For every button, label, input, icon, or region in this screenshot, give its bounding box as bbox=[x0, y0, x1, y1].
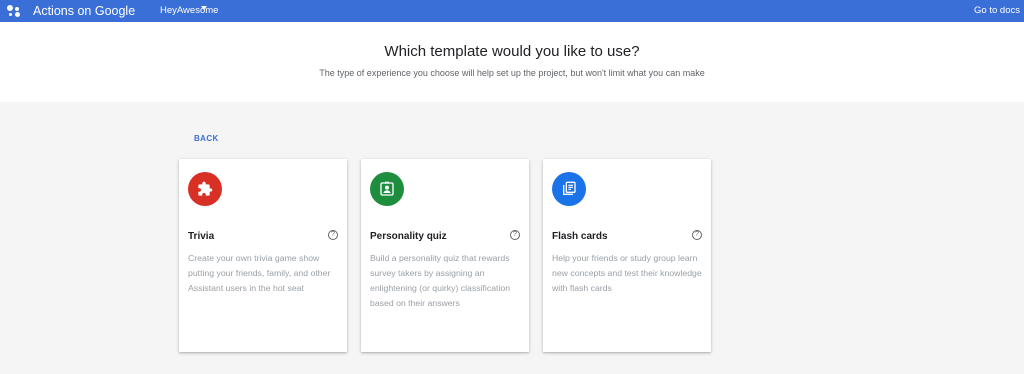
help-icon[interactable]: ? bbox=[510, 230, 520, 240]
puzzle-icon bbox=[198, 181, 213, 196]
page-title: Which template would you like to use? bbox=[384, 43, 640, 60]
card-title: Personality quiz bbox=[370, 231, 447, 242]
back-button[interactable]: BACK bbox=[194, 134, 219, 143]
card-description: Build a personality quiz that rewards su… bbox=[370, 253, 511, 308]
go-to-docs-link[interactable]: Go to docs bbox=[974, 5, 1020, 16]
card-description: Help your friends or study group learn n… bbox=[552, 253, 702, 293]
portrait-icon bbox=[380, 181, 394, 196]
app-title: Actions on Google bbox=[33, 4, 136, 18]
template-card-flash-cards[interactable]: Flash cards ? Help your friends or study… bbox=[543, 159, 711, 352]
top-app-bar: Actions on Google HeyAwesome Go to docs bbox=[0, 0, 1024, 22]
personality-quiz-icon-circle bbox=[370, 172, 404, 206]
flash-cards-icon-circle bbox=[552, 172, 586, 206]
template-card-trivia[interactable]: Trivia ? Create your own trivia game sho… bbox=[179, 159, 347, 352]
card-description: Create your own trivia game show putting… bbox=[188, 253, 331, 293]
help-icon[interactable]: ? bbox=[692, 230, 702, 240]
page-header: Which template would you like to use? Th… bbox=[0, 22, 1024, 102]
trivia-icon-circle bbox=[188, 172, 222, 206]
card-title: Flash cards bbox=[552, 231, 608, 242]
project-selector[interactable]: HeyAwesome bbox=[160, 5, 218, 16]
flash-cards-icon bbox=[563, 181, 576, 195]
card-title: Trivia bbox=[188, 231, 215, 242]
chevron-down-icon[interactable] bbox=[201, 6, 207, 10]
assistant-logo-icon bbox=[6, 3, 22, 19]
help-icon[interactable]: ? bbox=[328, 230, 338, 240]
page-subtitle: The type of experience you choose will h… bbox=[319, 68, 705, 78]
template-card-personality-quiz[interactable]: Personality quiz ? Build a personality q… bbox=[361, 159, 529, 352]
